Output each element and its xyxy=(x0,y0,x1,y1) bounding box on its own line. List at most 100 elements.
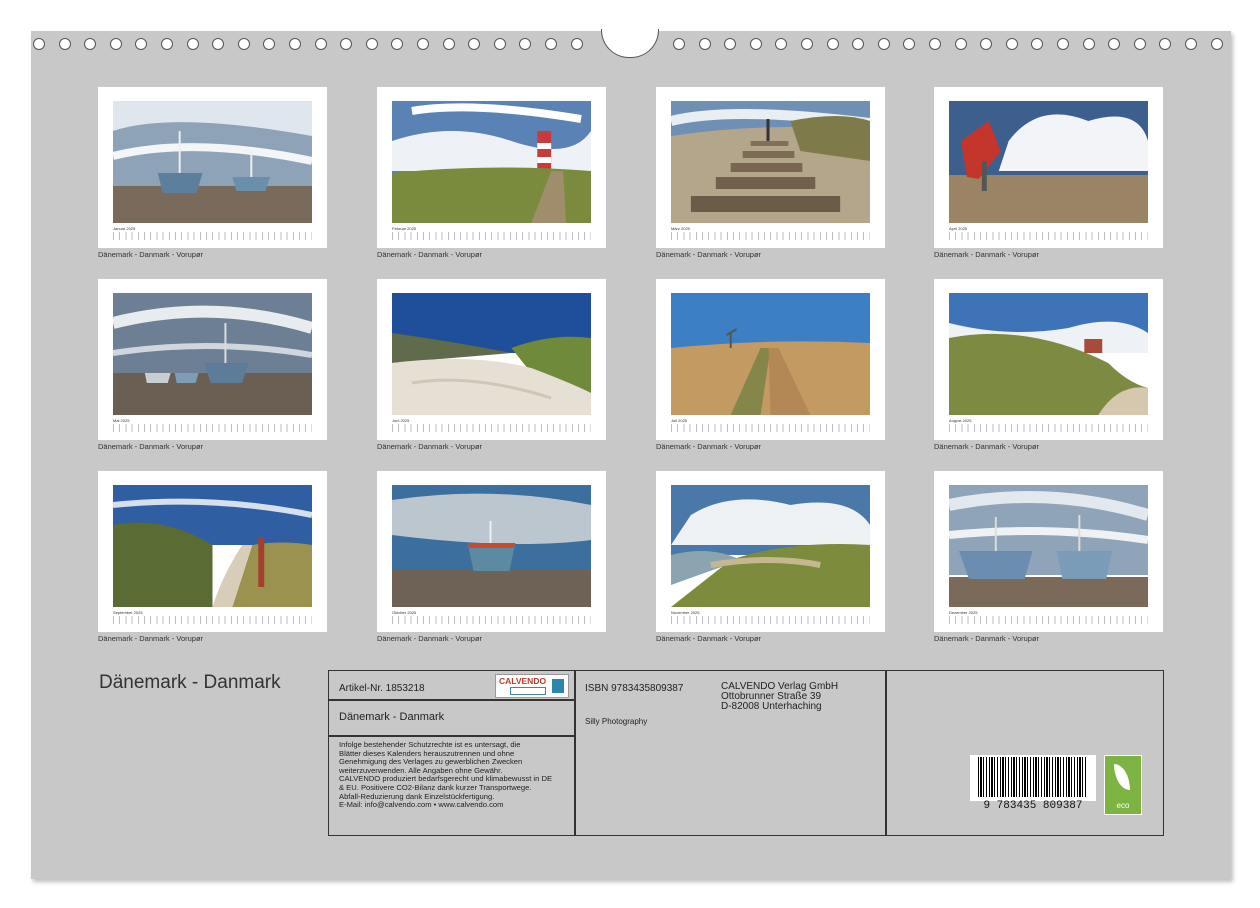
month-label: April 2025 xyxy=(949,226,968,231)
thumbnail-caption: Dänemark - Danmark - Vorupør xyxy=(656,442,762,451)
eco-leaf-icon: eco xyxy=(1104,755,1142,815)
day-grid xyxy=(671,616,870,624)
calendar-title-box: Dänemark - Danmark xyxy=(339,711,445,723)
thumbnail-caption: Dänemark - Danmark - Vorupør xyxy=(98,442,204,451)
author: Silly Photography xyxy=(585,717,648,726)
month-thumbnail-october: Oktober 2025 xyxy=(377,471,606,632)
month-thumbnail-may: Mai 2025 xyxy=(98,279,327,440)
divider xyxy=(329,735,574,737)
thumbnail-caption: Dänemark - Danmark - Vorupør xyxy=(98,250,204,259)
binding-hole xyxy=(263,38,276,50)
barcode-bars xyxy=(978,757,1086,797)
month-label: Juni 2025 xyxy=(392,418,410,423)
day-grid xyxy=(949,424,1148,432)
thumbnail-caption: Dänemark - Danmark - Vorupør xyxy=(377,250,483,259)
month-thumbnail-december: Dezember 2025 xyxy=(934,471,1163,632)
binding-hole xyxy=(929,38,941,50)
month-label: Juli 2025 xyxy=(671,418,688,423)
thumbnail-caption: Dänemark - Danmark - Vorupør xyxy=(377,442,483,451)
binding-hole xyxy=(775,38,788,50)
binding-hole xyxy=(826,38,839,50)
month-label: Dezember 2025 xyxy=(949,610,978,615)
hanger-notch xyxy=(601,29,659,58)
divider xyxy=(885,671,887,835)
binding-hole xyxy=(186,38,199,50)
publisher-info-box: Artikel-Nr. 1853218 CALVENDO Dänemark - … xyxy=(328,670,1164,836)
binding-hole xyxy=(1005,38,1018,50)
photo-august xyxy=(949,293,1148,415)
binding-hole xyxy=(1108,38,1121,50)
binding-hole xyxy=(673,38,685,50)
barcode-icon: 9 783435 809387 xyxy=(970,755,1096,812)
divider xyxy=(329,699,574,701)
day-grid xyxy=(392,232,591,240)
binding-hole xyxy=(365,38,378,50)
binding-hole xyxy=(468,38,481,50)
month-label: Februar 2025 xyxy=(392,226,417,231)
day-grid xyxy=(113,232,312,240)
isbn: ISBN 9783435809387 xyxy=(585,683,684,694)
binding-hole xyxy=(980,38,993,50)
month-label: November 2025 xyxy=(671,610,700,615)
binding-hole xyxy=(340,38,353,50)
photo-january xyxy=(113,101,312,223)
eco-label: eco xyxy=(1116,801,1130,810)
binding-hole xyxy=(1159,38,1172,50)
barcode-number: 9 783435 809387 xyxy=(983,800,1083,812)
calendar-back-sheet: Januar 2025 Dänemark - Danmark - Vorupør… xyxy=(31,29,1231,879)
photo-march xyxy=(671,101,870,223)
logo-tag xyxy=(510,687,546,695)
thumbnail-caption: Dänemark - Danmark - Vorupør xyxy=(656,250,762,259)
divider xyxy=(574,671,576,835)
day-grid xyxy=(113,424,312,432)
month-label: März 2025 xyxy=(671,226,690,231)
month-thumbnail-september: September 2025 xyxy=(98,471,327,632)
binding-hole xyxy=(545,38,557,50)
calvendo-logo-icon: CALVENDO xyxy=(495,674,569,698)
photo-october xyxy=(392,485,591,607)
binding-hole xyxy=(442,38,455,50)
thumbnail-caption: Dänemark - Danmark - Vorupør xyxy=(98,634,204,643)
month-label: Oktober 2025 xyxy=(392,610,417,615)
day-grid xyxy=(671,424,870,432)
photo-december xyxy=(949,485,1148,607)
binding-hole xyxy=(289,38,301,50)
binding-hole xyxy=(33,38,45,50)
binding-hole xyxy=(493,38,506,50)
binding-hole xyxy=(749,38,762,50)
binding-hole xyxy=(801,38,813,50)
logo-flag xyxy=(552,679,564,693)
binding-hole xyxy=(84,38,97,50)
photo-february xyxy=(392,101,591,223)
photo-july xyxy=(671,293,870,415)
binding-hole xyxy=(519,38,532,50)
photo-june xyxy=(392,293,591,415)
day-grid xyxy=(949,616,1148,624)
binding-hole xyxy=(903,38,916,50)
month-thumbnail-august: August 2025 xyxy=(934,279,1163,440)
month-thumbnail-january: Januar 2025 xyxy=(98,87,327,248)
binding-hole xyxy=(698,38,711,50)
month-thumbnail-march: März 2025 xyxy=(656,87,885,248)
day-grid xyxy=(392,424,591,432)
photo-november xyxy=(671,485,870,607)
thumbnail-caption: Dänemark - Danmark - Vorupør xyxy=(934,442,1040,451)
publisher-line: D-82008 Unterhaching xyxy=(721,701,822,712)
binding-hole xyxy=(314,38,327,50)
month-thumbnail-november: November 2025 xyxy=(656,471,885,632)
photo-may xyxy=(113,293,312,415)
binding-hole xyxy=(237,38,250,50)
leaf-shape xyxy=(1114,764,1130,790)
legal-line: E-Mail: info@calvendo.com • www.calvendo… xyxy=(339,800,504,810)
thumbnail-caption: Dänemark - Danmark - Vorupør xyxy=(377,634,483,643)
binding-hole xyxy=(212,38,225,50)
binding-hole xyxy=(1210,38,1223,50)
day-grid xyxy=(113,616,312,624)
binding-hole xyxy=(58,38,71,50)
legal-text: Infolge bestehender Schutzrechte ist es … xyxy=(339,740,552,810)
thumbnail-caption: Dänemark - Danmark - Vorupør xyxy=(656,634,762,643)
month-thumbnail-april: April 2025 xyxy=(934,87,1163,248)
day-grid xyxy=(949,232,1148,240)
day-grid xyxy=(671,232,870,240)
month-label: September 2025 xyxy=(113,610,143,615)
